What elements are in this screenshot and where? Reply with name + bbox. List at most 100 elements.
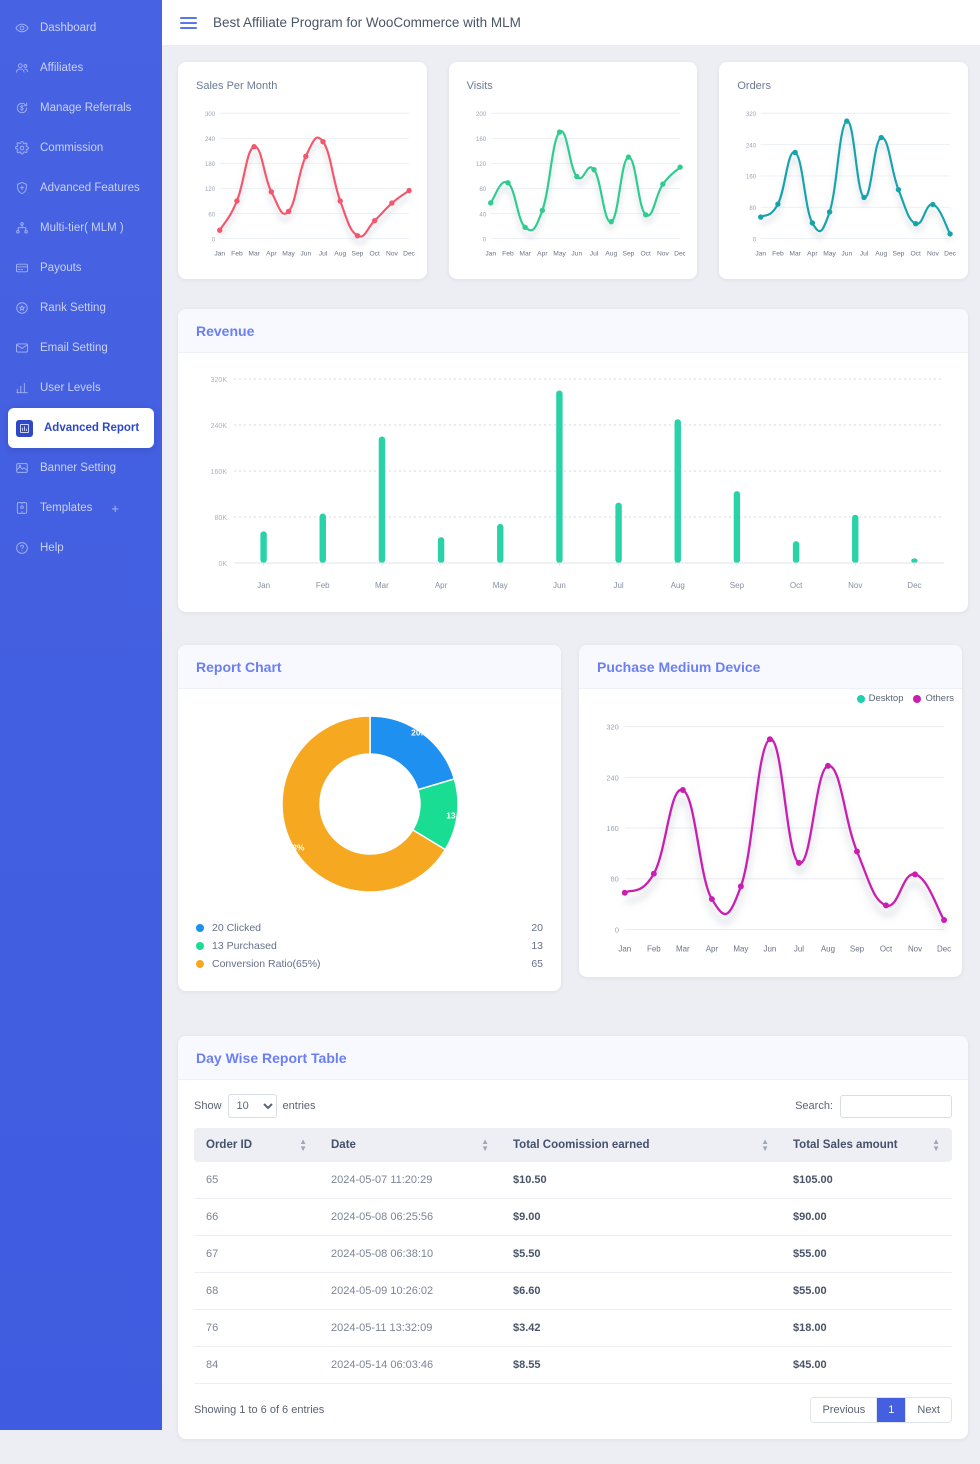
svg-text:Nov: Nov [848, 581, 862, 590]
svg-text:160K: 160K [211, 469, 228, 476]
cell-commission: $10.50 [501, 1162, 781, 1199]
table-header-row: Order ID ▲ ▼ Date ▲ ▼ Total Coomission earned ▲… [194, 1128, 952, 1162]
svg-text:Jun: Jun [553, 581, 566, 590]
column-label: Date [331, 1139, 356, 1151]
sidebar-item-commission[interactable]: Commission [0, 128, 162, 168]
cell-sales: $18.00 [781, 1310, 952, 1347]
sort-arrows-icon: ▲ ▼ [481, 1137, 489, 1153]
gear-icon [14, 141, 29, 156]
sidebar-item-payouts[interactable]: Payouts [0, 248, 162, 288]
cell-order-id: 65 [194, 1162, 319, 1199]
column-header-total-coomission-earned[interactable]: Total Coomission earned ▲ ▼ [501, 1128, 781, 1162]
cell-date: 2024-05-14 06:03:46 [319, 1347, 501, 1384]
sidebar-item-label: User Levels [40, 382, 101, 394]
expand-plus-icon[interactable]: + [111, 501, 119, 516]
svg-text:Sep: Sep [352, 250, 364, 257]
eye-icon [14, 21, 29, 36]
svg-text:Nov: Nov [386, 250, 399, 257]
cell-order-id: 84 [194, 1347, 319, 1384]
chart-title-orders: Orders [737, 80, 771, 92]
sidebar-item-help[interactable]: Help [0, 528, 162, 568]
column-label: Order ID [206, 1139, 253, 1151]
pmd-legend-item[interactable]: Desktop [856, 693, 903, 704]
svg-text:Feb: Feb [231, 250, 243, 257]
svg-text:Jan: Jan [214, 250, 225, 257]
sidebar-item-dashboard[interactable]: Dashboard [0, 8, 162, 48]
column-header-order-id[interactable]: Order ID ▲ ▼ [194, 1128, 319, 1162]
report-table: Order ID ▲ ▼ Date ▲ ▼ Total Coomission earned ▲… [194, 1128, 952, 1384]
chart-svg: 0 40 80 120 160 200 Jan Feb Mar Apr May Jun Jul Aug Se… [476, 112, 686, 257]
hamburger-icon[interactable] [180, 16, 197, 29]
visits-chart: 0 40 80 120 160 200 Jan Feb Mar Apr May Jun Jul Aug Se… [461, 94, 686, 269]
sidebar-item-email-setting[interactable]: Email Setting [0, 328, 162, 368]
cell-commission: $9.00 [501, 1199, 781, 1236]
svg-text:May: May [733, 944, 748, 953]
sales-per-month-chart: 0 60 120 180 240 300 Jan Feb Mar Apr May Jun Jul Aug S… [190, 94, 415, 269]
table-info: Showing 1 to 6 of 6 entries [194, 1404, 325, 1416]
card-purchase-medium-device: Puchase Medium Device Desktop Others 0 80 1… [579, 645, 962, 977]
sidebar-item-affiliates[interactable]: Affiliates [0, 48, 162, 88]
svg-text:240K: 240K [211, 423, 228, 430]
sidebar-item-user-levels[interactable]: User Levels [0, 368, 162, 408]
svg-text:Oct: Oct [880, 944, 893, 953]
sidebar-item-advanced-features[interactable]: Advanced Features [0, 168, 162, 208]
svg-text:Aug: Aug [605, 250, 617, 257]
cell-date: 2024-05-08 06:38:10 [319, 1236, 501, 1273]
pagination-next[interactable]: Next [906, 1398, 951, 1422]
column-header-date[interactable]: Date ▲ ▼ [319, 1128, 501, 1162]
card-orders: Orders 0 80 160 240 320 Jan Feb Mar Apr May Jun Jul… [719, 62, 969, 279]
svg-text:Jan: Jan [756, 250, 767, 257]
topbar: Best Affiliate Program for WooCommerce w… [162, 0, 980, 45]
svg-text:160: 160 [746, 175, 757, 181]
sidebar-item-label: Advanced Features [40, 182, 140, 194]
legend-item[interactable]: 13 Purchased 13 [196, 937, 543, 955]
svg-text:Aug: Aug [671, 581, 685, 590]
legend-color-dot [196, 960, 204, 968]
svg-text:May: May [282, 250, 295, 257]
sidebar-item-advanced-report[interactable]: Advanced Report [8, 408, 154, 448]
svg-text:0: 0 [482, 237, 486, 243]
svg-text:Oct: Oct [369, 250, 380, 257]
sort-arrows-icon: ▲ ▼ [299, 1137, 307, 1153]
chart-svg: 0 80 160 240 320 Jan Feb Mar Apr May Jun Jul Aug Sep O… [746, 112, 956, 257]
main-area: Best Affiliate Program for WooCommerce w… [162, 0, 980, 1439]
table-row: 76 2024-05-11 13:32:09 $3.42 $18.00 [194, 1310, 952, 1347]
legend-item[interactable]: 20 Clicked 20 [196, 919, 543, 937]
svg-text:66.3%: 66.3% [280, 843, 305, 853]
svg-text:Dec: Dec [907, 581, 921, 590]
pagination-previous[interactable]: Previous [811, 1398, 878, 1422]
sidebar-item-label: Email Setting [40, 342, 108, 354]
cell-date: 2024-05-09 10:26:02 [319, 1273, 501, 1310]
column-header-total-sales-amount[interactable]: Total Sales amount ▲ ▼ [781, 1128, 952, 1162]
page-title: Best Affiliate Program for WooCommerce w… [213, 15, 521, 30]
page-size-select[interactable]: 102550100 [227, 1094, 277, 1118]
sidebar-item-banner-setting[interactable]: Banner Setting [0, 448, 162, 488]
entries-label: entries [282, 1100, 316, 1112]
svg-text:13.3%: 13.3% [446, 810, 471, 820]
pmd-legend-item[interactable]: Others [913, 693, 954, 704]
svg-text:Dec: Dec [937, 944, 951, 953]
table-title: Day Wise Report Table [196, 1050, 347, 1066]
donut-chart-svg: 20.4% 13.3% 66.3% [280, 715, 471, 893]
sidebar-item-label: Templates [40, 502, 93, 514]
envelope-icon [14, 341, 29, 356]
svg-text:320: 320 [606, 723, 618, 732]
pagination-page-1[interactable]: 1 [877, 1398, 907, 1422]
svg-text:Jun: Jun [764, 944, 777, 953]
sidebar-item-templates[interactable]: Templates + [0, 488, 162, 528]
svg-text:Jun: Jun [842, 250, 853, 257]
legend-item[interactable]: Conversion Ratio(65%) 65 [196, 955, 543, 973]
chart-title-visits: Visits [466, 80, 493, 92]
svg-text:Sep: Sep [893, 250, 905, 257]
legend-value: 20 [531, 922, 543, 934]
sidebar-item-rank-setting[interactable]: Rank Setting [0, 288, 162, 328]
search-input[interactable] [840, 1094, 952, 1118]
donut-chart: 20.4% 13.3% 66.3% [178, 689, 561, 915]
sidebar-item-multi-tier-mlm[interactable]: Multi-tier( MLM ) [0, 208, 162, 248]
svg-text:Mar: Mar [375, 581, 389, 590]
sidebar-item-manage-referrals[interactable]: Manage Referrals [0, 88, 162, 128]
svg-text:Mar: Mar [519, 250, 531, 257]
sidebar-item-label: Affiliates [40, 62, 84, 74]
legend-label: Others [925, 693, 954, 704]
table-row: 65 2024-05-07 11:20:29 $10.50 $105.00 [194, 1162, 952, 1199]
